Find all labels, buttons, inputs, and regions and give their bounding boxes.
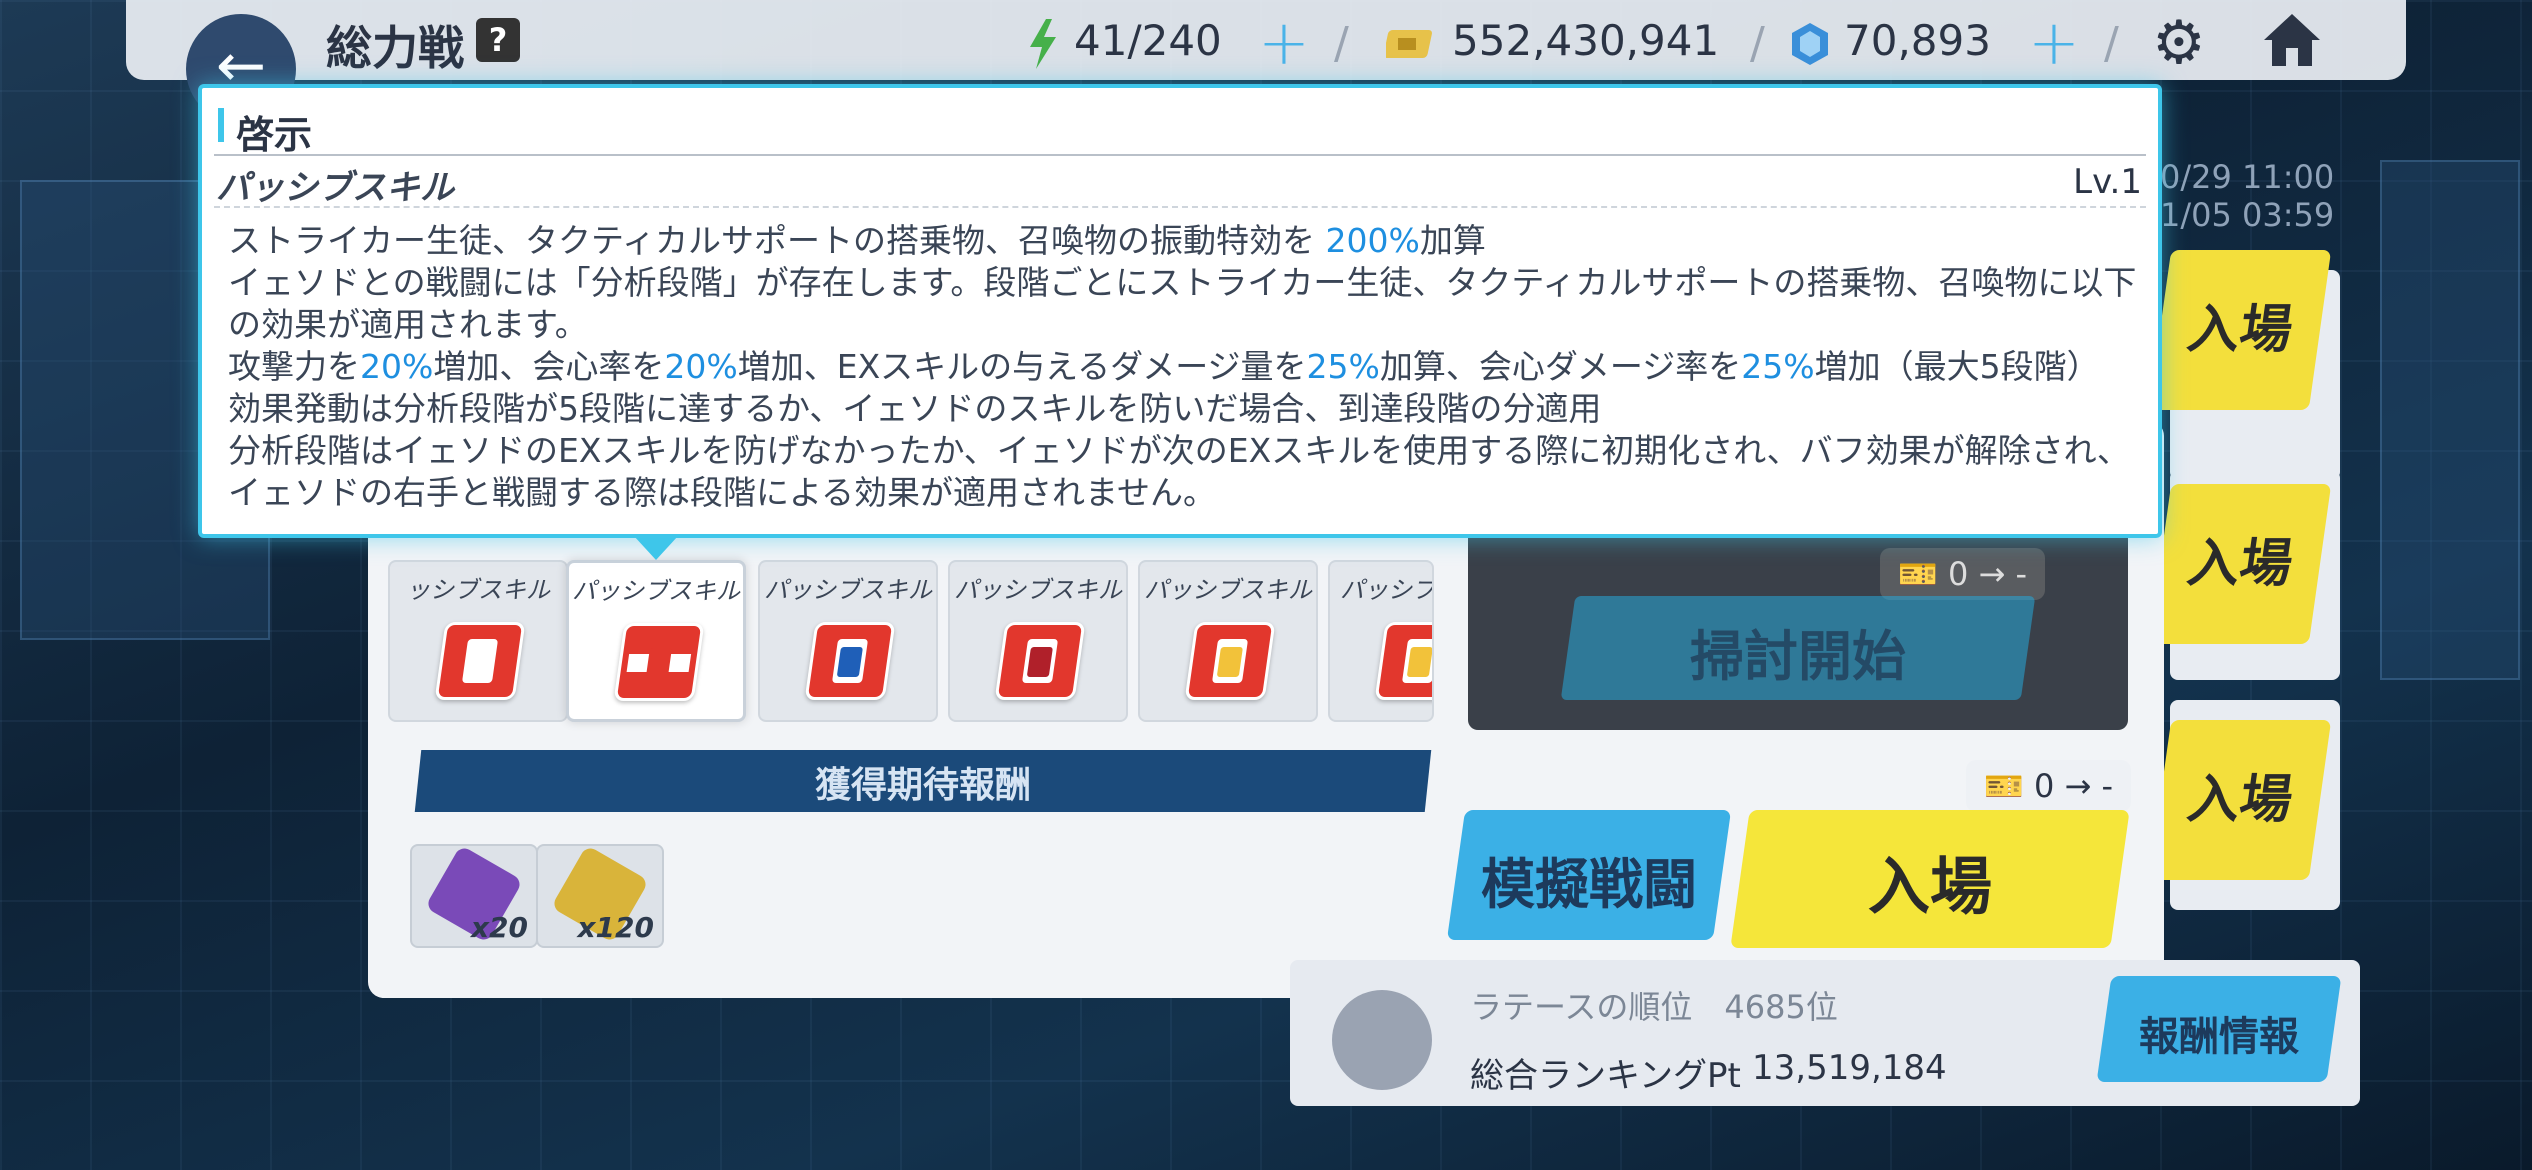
ranking-points-value: 13,519,184 (1752, 1048, 1947, 1088)
reward-header-title: 獲得期待報酬 (814, 765, 1031, 806)
skill-tooltip: 啓示 パッシブスキル Lv.1 ストライカー生徒、タクティカルサポートの搭乗物、… (198, 84, 2162, 538)
tooltip-description: ストライカー生徒、タクティカルサポートの搭乗物、召喚物の振動特効を 200%加算… (228, 220, 2138, 514)
simulate-battle-label: 模擬戦闘 (1481, 853, 1697, 916)
skill-card[interactable]: ッシブスキル (388, 560, 568, 722)
skill-icon (1184, 622, 1276, 700)
ap-counter: 41/240 (1026, 16, 1222, 69)
reward-item-qty: x20 (470, 911, 528, 944)
tooltip-accent-bar (218, 108, 224, 142)
help-button[interactable]: ? (476, 18, 520, 62)
pyroxene-icon (1792, 22, 1828, 65)
pyroxene-counter: 70,893 (1790, 16, 1991, 67)
skill-icon (804, 622, 896, 700)
enter-button-label: 入場 (1867, 850, 1992, 923)
gear-icon[interactable]: ⚙ (2152, 8, 2206, 78)
side-enter-button[interactable]: 入場 (2148, 720, 2332, 880)
reward-item-qty: x120 (577, 911, 654, 944)
home-icon[interactable] (2260, 8, 2324, 72)
tooltip-pointer (634, 536, 678, 560)
credits-value: 552,430,941 (1452, 16, 1720, 65)
description-line: 分析段階はイェソドのEXスキルを防げなかったか、イェソドが次のEXスキルを使用す… (228, 431, 2130, 512)
skill-core (1406, 647, 1432, 677)
reward-item[interactable]: x20 (410, 844, 538, 948)
credit-icon (1386, 29, 1432, 58)
credits-counter: 552,430,941 (1386, 16, 1719, 65)
ap-value: 41/240 (1074, 16, 1222, 65)
separator: / (2104, 18, 2119, 69)
ranking-emblem-icon (1332, 990, 1432, 1090)
top-bar: ← 総力戦 ? 41/240 + / 552,430,941 / 70,893 … (126, 0, 2406, 124)
skill-core (645, 648, 672, 678)
background-panel-right (2380, 160, 2520, 680)
sweep-ticket-value: 0 → - (1948, 555, 2028, 593)
description-line: 効果発動は分析段階が5段階に達するか、イェソドのスキルを防いだ場合、到達段階の分… (228, 389, 1602, 428)
skill-icon (1374, 622, 1432, 700)
skill-icon (434, 622, 526, 700)
skill-card[interactable]: パッシブスキル (948, 560, 1128, 722)
skill-label: パッシブスキル (572, 577, 740, 605)
description-line: イェソドとの戦闘には「分析段階」が存在します。段階ごとにストライカー生徒、タクテ… (228, 263, 2137, 344)
separator: / (1750, 18, 1765, 69)
skill-label: パッシブス (1340, 576, 1434, 604)
description-line: 攻撃力を20%増加、会心率を20%増加、EXスキルの与えるダメージ量を25%加算… (228, 347, 2100, 386)
sweep-button-label: 掃討開始 (1690, 625, 1906, 688)
page-title: 総力戦 (326, 21, 464, 75)
skill-card[interactable]: パッシブスキル (1138, 560, 1318, 722)
ap-plus-button[interactable]: + (1258, 6, 1310, 79)
tooltip-subtitle: パッシブスキル (216, 168, 454, 208)
period-end: 1/05 03:59 (2160, 196, 2335, 234)
separator: / (1334, 18, 1349, 69)
side-enter-button[interactable]: 入場 (2148, 484, 2332, 644)
skill-core (836, 647, 863, 677)
reward-info-label: 報酬情報 (2139, 1014, 2299, 1060)
skill-card-selected[interactable]: パッシブスキル (566, 560, 746, 722)
skill-core (466, 647, 493, 677)
pyroxene-value: 70,893 (1844, 16, 1991, 65)
tooltip-title: 啓示 (236, 113, 313, 157)
ranking-points-label: 総合ランキングPt (1470, 1056, 1741, 1096)
skill-card[interactable]: パッシブス (1328, 560, 1434, 722)
tooltip-level: Lv.1 (2073, 162, 2142, 202)
sweep-ticket-tag: 🎫 0 → - (1880, 548, 2046, 600)
skill-icon (613, 623, 705, 701)
skill-icon (994, 622, 1086, 700)
lightning-icon (1030, 18, 1056, 69)
skill-label: ッシブスキル (406, 576, 550, 604)
skill-label: パッシブスキル (1144, 576, 1312, 604)
ranking-position: ラテースの順位 4685位 (1470, 988, 1838, 1026)
skill-card[interactable]: パッシブスキル (758, 560, 938, 722)
side-enter-button[interactable]: 入場 (2148, 250, 2332, 410)
description-line: ストライカー生徒、タクティカルサポートの搭乗物、召喚物の振動特効を 200%加算 (228, 221, 1486, 260)
period-start: 0/29 11:00 (2160, 158, 2335, 196)
ticket-icon: 🎫 (1898, 555, 1938, 593)
skill-core (1216, 647, 1243, 677)
ticket-icon: 🎫 (1984, 767, 2024, 805)
reward-item[interactable]: x120 (536, 844, 664, 948)
entry-ticket-value: 0 → - (2034, 767, 2114, 805)
skill-label: パッシブスキル (764, 576, 932, 604)
pyroxene-plus-button[interactable]: + (2028, 6, 2080, 79)
skill-core (1026, 647, 1053, 677)
tooltip-divider (214, 154, 2146, 156)
entry-ticket-tag: 🎫 0 → - (1966, 760, 2132, 812)
tooltip-dashed-divider (214, 206, 2146, 208)
skill-label: パッシブスキル (954, 576, 1122, 604)
